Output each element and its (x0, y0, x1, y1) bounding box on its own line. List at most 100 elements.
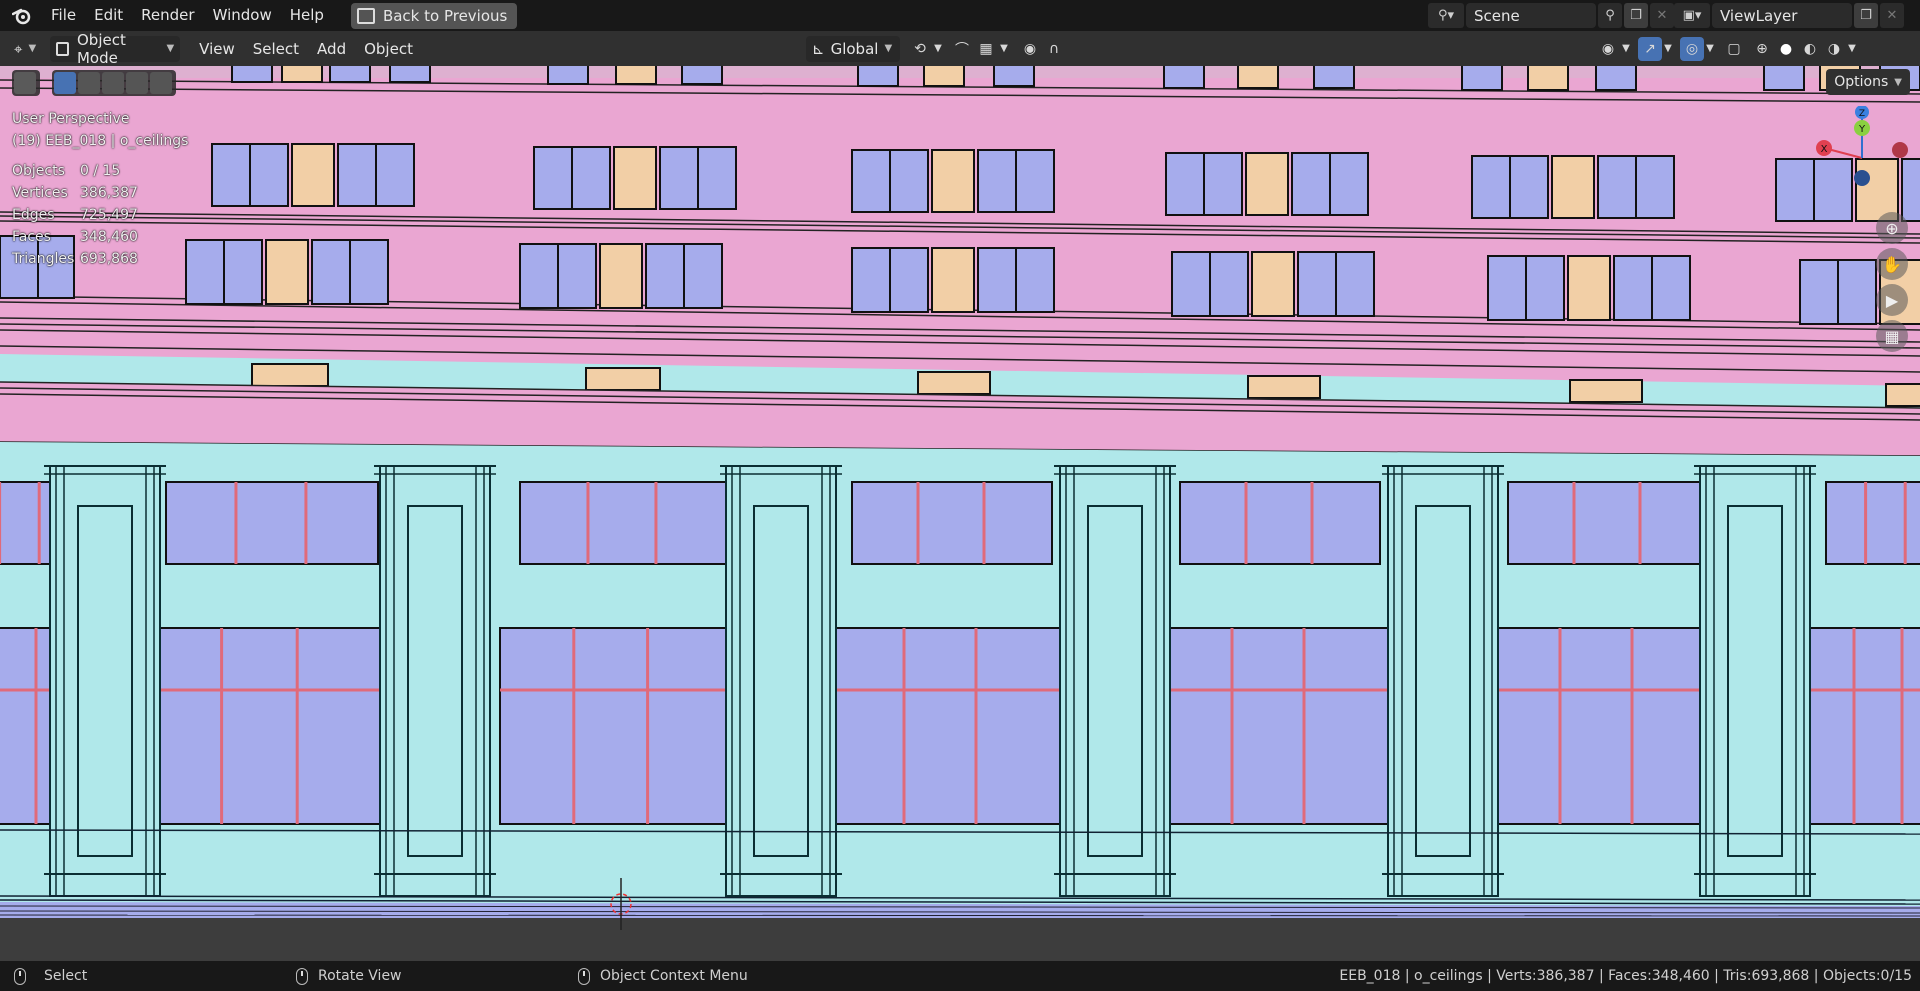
svg-text:Y: Y (1858, 124, 1866, 135)
pan-view-icon[interactable]: ✋ (1876, 248, 1908, 280)
navigation-gizmo[interactable]: X Y Z (1804, 106, 1914, 206)
window-panel (1245, 152, 1289, 216)
rendered-shading-icon[interactable]: ◑ (1822, 37, 1846, 61)
stat-faces: Faces 348,460 (12, 229, 138, 245)
wireframe-shading-icon[interactable]: ⊕ (1750, 37, 1774, 61)
storefront-window (499, 627, 747, 825)
window-panel (1251, 251, 1295, 317)
snap-grid-icon[interactable]: ▦ (974, 37, 998, 61)
menu-file[interactable]: File (42, 0, 85, 31)
select-tool-icon[interactable] (14, 72, 36, 94)
window-panel (931, 149, 975, 213)
select-invert-icon[interactable] (150, 72, 172, 94)
transform-orientation-dropdown[interactable]: ⊾ Global ▼ (806, 35, 900, 62)
transom-window (1507, 481, 1709, 565)
storefront-window (1487, 627, 1729, 825)
menu-render[interactable]: Render (132, 0, 203, 31)
select-tool-strip (12, 70, 40, 96)
options-dropdown[interactable]: Options ▼ (1826, 69, 1910, 95)
window-panel (265, 239, 309, 305)
material-shading-icon[interactable]: ◐ (1798, 37, 1822, 61)
new-view-layer-icon[interactable]: ❐ (1854, 3, 1878, 28)
window-panel (1567, 255, 1611, 321)
status-rotate-hint: Rotate View (296, 961, 402, 991)
scene-selector-icon[interactable]: ⚲▾ (1428, 3, 1464, 28)
delete-view-layer-icon[interactable]: ✕ (1880, 3, 1904, 28)
pivot-caret-icon[interactable]: ▼ (932, 37, 944, 61)
select-intersect-icon[interactable] (126, 72, 148, 94)
select-new-icon[interactable] (54, 72, 76, 94)
visibility-caret-icon[interactable]: ▼ (1620, 37, 1632, 61)
menu-select[interactable]: Select (244, 40, 308, 58)
snap-toggle-icon[interactable]: ⌒ (950, 37, 974, 61)
window-panel (599, 243, 643, 309)
active-object-label: (19) EEB_018 | o_ceilings (12, 133, 189, 149)
camera-view-icon[interactable]: ▶ (1876, 284, 1908, 316)
zoom-view-icon[interactable]: ⊕ (1876, 212, 1908, 244)
mode-dropdown[interactable]: Object Mode ▼ (50, 31, 181, 67)
viewport-header: ⌖ ▼ Object Mode ▼ View Select Add Object ⊾… (0, 31, 1920, 67)
transom-window (851, 481, 1053, 565)
mode-label: Object Mode (76, 30, 126, 67)
menu-edit[interactable]: Edit (85, 0, 132, 31)
selection-mode-strip (52, 70, 176, 96)
view-layer-name: ViewLayer (1720, 6, 1798, 25)
overlay-toggle-icon[interactable]: ◎ (1680, 36, 1704, 61)
transom-window (165, 481, 379, 565)
ortho-toggle-icon[interactable]: ▦ (1876, 320, 1908, 352)
new-scene-icon[interactable]: ❐ (1624, 3, 1648, 28)
editor-type-button[interactable]: ⌖ ▼ (8, 36, 42, 62)
scene-name-field[interactable]: Scene (1466, 3, 1596, 28)
pivot-point-icon[interactable]: ⟲ (908, 37, 932, 61)
menu-object[interactable]: Object (355, 40, 422, 58)
menu-view[interactable]: View (190, 40, 244, 58)
pilaster-panel (1087, 505, 1143, 857)
overlay-caret-icon[interactable]: ▼ (1704, 37, 1716, 61)
view-layer-field[interactable]: ViewLayer (1712, 3, 1852, 28)
stat-edges: Edges 725,497 (12, 207, 138, 223)
pilaster-panel (753, 505, 809, 857)
transom-window (519, 481, 727, 565)
pin-scene-icon[interactable]: ⚲ (1598, 3, 1622, 28)
pilaster-panel (1727, 505, 1783, 857)
options-label: Options (1834, 74, 1889, 90)
gizmo-caret-icon[interactable]: ▼ (1662, 37, 1674, 61)
gizmo-neg-z-icon[interactable] (1854, 170, 1870, 186)
storefront-window (831, 627, 1073, 825)
visibility-icon[interactable]: ◉ (1596, 37, 1620, 61)
menu-help[interactable]: Help (281, 0, 333, 31)
proportional-edit-icon[interactable]: ◉ (1018, 37, 1042, 61)
gizmo-neg-x-icon[interactable] (1892, 142, 1908, 158)
gizmo-toggle-icon[interactable]: ↗ (1638, 36, 1662, 61)
xray-toggle-icon[interactable]: ▢ (1722, 37, 1746, 61)
window-panel (931, 247, 975, 313)
scene-statistics: EEB_018 | o_ceilings | Verts:386,387 | F… (1339, 968, 1912, 984)
select-subtract-icon[interactable] (102, 72, 124, 94)
perspective-label: User Perspective (12, 111, 130, 127)
scene-name: Scene (1474, 6, 1520, 25)
svg-text:X: X (1821, 144, 1828, 155)
stat-triangles: Triangles 693,868 (12, 251, 138, 267)
falloff-icon[interactable]: ∩ (1042, 37, 1066, 61)
back-to-previous-button[interactable]: Back to Previous (350, 2, 518, 29)
shading-caret-icon[interactable]: ▼ (1846, 37, 1858, 61)
object-mode-icon (56, 41, 69, 56)
back-to-previous-label: Back to Previous (382, 6, 508, 25)
stat-objects: Objects 0 / 15 (12, 163, 121, 179)
mouse-right-icon (578, 967, 590, 985)
snap-caret-icon[interactable]: ▼ (998, 37, 1010, 61)
view-layer-selector-icon[interactable]: ▣▾ (1674, 3, 1710, 28)
3d-viewport[interactable]: User Perspective (19) EEB_018 | o_ceilin… (0, 66, 1920, 961)
blender-logo-icon[interactable] (10, 4, 34, 28)
solid-shading-icon[interactable]: ● (1774, 37, 1798, 61)
svg-text:Z: Z (1859, 109, 1865, 119)
orientation-label: Global (830, 39, 879, 58)
window-panel (613, 146, 657, 210)
status-bar: Select Rotate View Object Context Menu E… (0, 961, 1920, 991)
menu-window[interactable]: Window (204, 0, 281, 31)
menu-add[interactable]: Add (308, 40, 355, 58)
mouse-middle-icon (296, 967, 308, 985)
editor-type-icon: ⌖ (14, 39, 23, 58)
select-extend-icon[interactable] (78, 72, 100, 94)
delete-scene-icon[interactable]: ✕ (1650, 3, 1674, 28)
